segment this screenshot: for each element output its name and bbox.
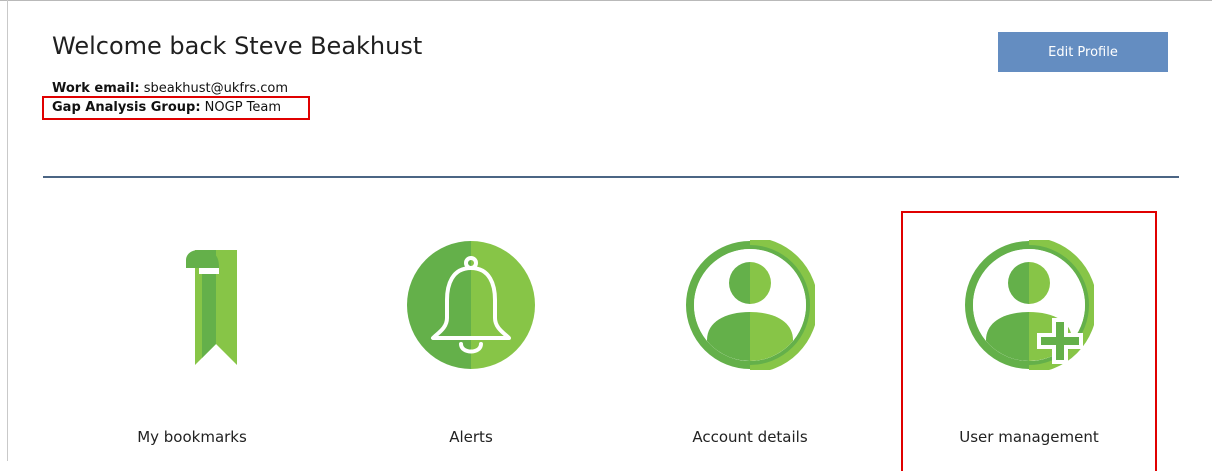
- welcome-heading: Welcome back Steve Beakhust: [52, 32, 423, 60]
- my-bookmarks-tile[interactable]: My bookmarks: [62, 240, 322, 461]
- window-top-border: [0, 0, 1212, 1]
- work-email-value: sbeakhust@ukfrs.com: [143, 81, 289, 96]
- section-divider: [43, 176, 1179, 178]
- account-details-label: Account details: [692, 428, 808, 446]
- bookmark-icon: [186, 250, 237, 365]
- user-management-highlight: [901, 211, 1157, 471]
- account-details-tile[interactable]: Account details: [620, 240, 880, 461]
- alerts-label: Alerts: [449, 428, 493, 446]
- window-left-border: [7, 0, 8, 461]
- user-icon: [686, 240, 815, 370]
- bell-icon: [407, 241, 535, 369]
- edit-profile-button[interactable]: Edit Profile: [998, 32, 1168, 72]
- my-bookmarks-label: My bookmarks: [137, 428, 247, 446]
- work-email-label: Work email:: [52, 81, 140, 96]
- alerts-tile[interactable]: Alerts: [341, 240, 601, 461]
- gap-analysis-group-highlight: [42, 96, 310, 120]
